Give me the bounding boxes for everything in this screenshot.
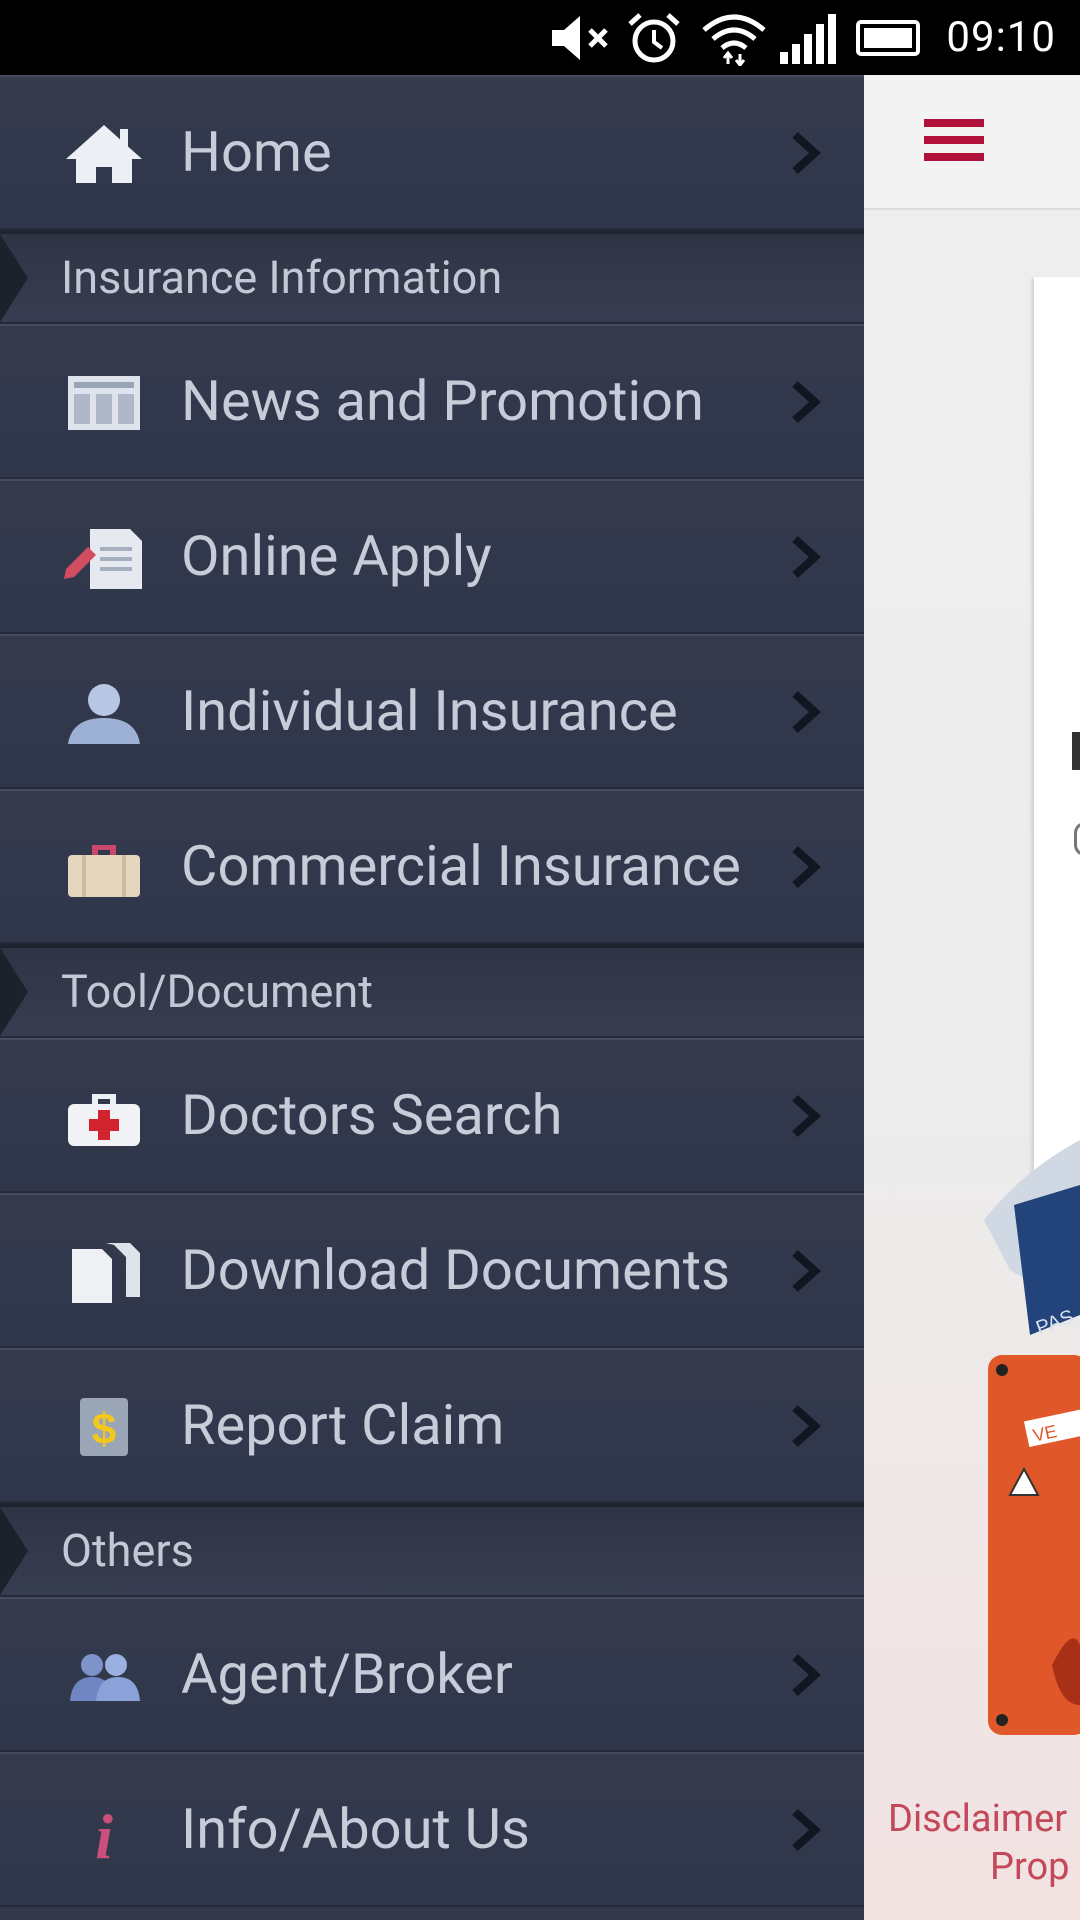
menu-item-label: Commercial Insurance [181, 833, 741, 899]
disclaimer-link[interactable]: Disclaimer Prop [864, 1795, 1080, 1891]
alarm-icon [628, 13, 680, 63]
wifi-icon [702, 14, 766, 66]
navigation-drawer: Home Insurance Information News and Promot… [0, 75, 864, 1920]
section-header: Tool/Document [0, 944, 864, 1038]
documents-icon [72, 1243, 140, 1303]
home-icon [66, 125, 142, 183]
main-content: PAS VE Disclaimer Prop [864, 75, 1080, 1920]
chevron-right-icon [792, 1250, 821, 1292]
menu-item-label: Home [181, 119, 332, 185]
person-icon [68, 684, 140, 744]
menu-item-doctors-search[interactable]: Doctors Search [0, 1038, 864, 1193]
disclaimer-line-2: Prop [990, 1845, 1070, 1889]
section-title: Insurance Information [61, 251, 503, 304]
briefcase-icon [68, 845, 140, 897]
chevron-right-icon [792, 1095, 821, 1137]
signal-icon [780, 14, 836, 64]
status-bar: 09:10 [0, 0, 1080, 75]
menu-item-label: Report Claim [181, 1392, 505, 1458]
section-header: Insurance Information [0, 230, 864, 324]
content-text-fragment [1072, 732, 1080, 770]
disclaimer-line-1: Disclaimer [888, 1797, 1068, 1841]
newspaper-icon [68, 376, 140, 430]
section-header: Others [0, 1503, 864, 1597]
menu-item-agent-broker[interactable]: Agent/Broker [0, 1597, 864, 1752]
medical-kit-icon [68, 1094, 140, 1146]
chevron-right-icon [792, 1405, 821, 1447]
section-title: Tool/Document [61, 965, 373, 1018]
document-pen-icon [64, 529, 142, 589]
chevron-right-icon [792, 691, 821, 733]
battery-icon [856, 20, 920, 56]
menu-item-info-about-us[interactable]: i Info/About Us [0, 1752, 864, 1907]
menu-item-label: News and Promotion [181, 368, 704, 434]
section-notch-icon [0, 948, 28, 1036]
chevron-right-icon [792, 1654, 821, 1696]
chevron-right-icon [792, 132, 821, 174]
dollar-document-icon: $ [80, 1398, 128, 1456]
chevron-right-icon [792, 1809, 821, 1851]
menu-item-online-apply[interactable]: Online Apply [0, 479, 864, 634]
content-card [1034, 277, 1080, 1257]
app-top-bar [864, 75, 1080, 210]
content-text-fragment [1074, 822, 1080, 856]
mute-icon [552, 16, 608, 60]
menu-item-label: Online Apply [181, 523, 492, 589]
menu-item-report-claim[interactable]: $ Report Claim [0, 1348, 864, 1503]
svg-text:i: i [95, 1801, 113, 1864]
svg-text:$: $ [92, 1405, 116, 1454]
section-notch-icon [0, 1507, 28, 1595]
section-title: Others [61, 1524, 194, 1577]
travel-luggage-illustration: PAS VE [984, 1140, 1080, 1735]
menu-item-download-documents[interactable]: Download Documents [0, 1193, 864, 1348]
menu-item-news-and-promotion[interactable]: News and Promotion [0, 324, 864, 479]
people-icon [70, 1654, 140, 1701]
section-notch-icon [0, 234, 28, 322]
hamburger-menu-icon[interactable] [922, 115, 986, 165]
chevron-right-icon [792, 846, 821, 888]
chevron-right-icon [792, 536, 821, 578]
menu-item-label: Info/About Us [181, 1796, 530, 1862]
menu-item-home[interactable]: Home [0, 75, 864, 230]
status-time: 09:10 [946, 13, 1056, 62]
menu-item-label: Agent/Broker [181, 1641, 513, 1707]
menu-item-label: Individual Insurance [181, 678, 678, 744]
menu-item-commercial-insurance[interactable]: Commercial Insurance [0, 789, 864, 944]
info-icon: i [95, 1801, 113, 1864]
menu-item-individual-insurance[interactable]: Individual Insurance [0, 634, 864, 789]
chevron-right-icon [792, 381, 821, 423]
menu-item-label: Download Documents [181, 1237, 731, 1303]
menu-item-label: Doctors Search [181, 1082, 563, 1148]
